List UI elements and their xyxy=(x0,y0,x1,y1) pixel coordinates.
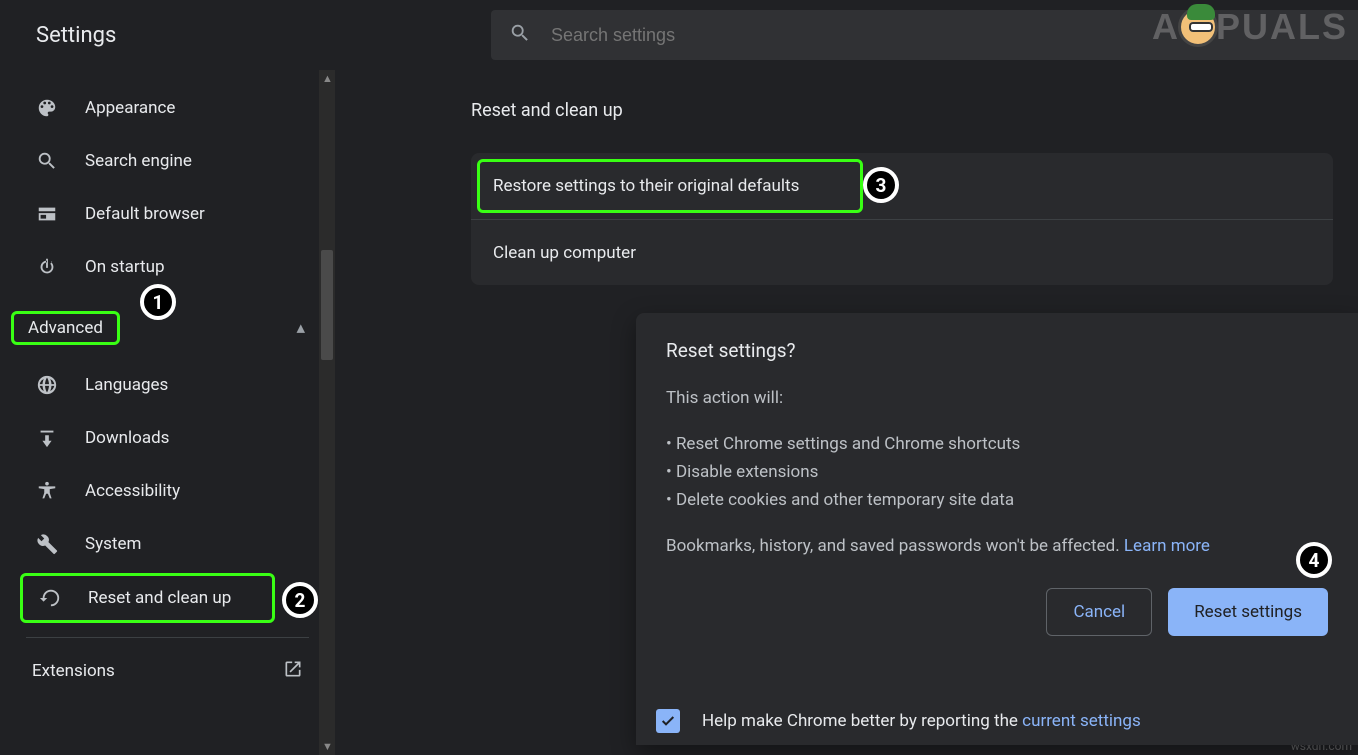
restore-icon xyxy=(38,587,62,609)
dialog-title: Reset settings? xyxy=(666,339,1328,362)
dialog-actions: Cancel Reset settings 4 xyxy=(666,588,1328,636)
logo-text-left: A xyxy=(1152,6,1180,48)
accessibility-icon xyxy=(35,480,59,502)
power-icon xyxy=(35,256,59,278)
current-settings-link[interactable]: current settings xyxy=(1022,711,1141,731)
sidebar-item-search-engine[interactable]: Search engine xyxy=(0,136,335,186)
restore-defaults-row[interactable]: Restore settings to their original defau… xyxy=(471,153,1333,219)
scroll-down-icon[interactable]: ▼ xyxy=(322,740,333,753)
sidebar-item-label: System xyxy=(85,534,141,554)
sidebar-item-downloads[interactable]: Downloads xyxy=(0,413,335,463)
sidebar-item-on-startup[interactable]: On startup xyxy=(0,242,335,292)
download-icon xyxy=(35,427,59,449)
learn-more-link[interactable]: Learn more xyxy=(1124,536,1210,556)
restore-defaults-label: Restore settings to their original defau… xyxy=(493,176,799,196)
sidebar-item-label: Languages xyxy=(85,375,168,395)
report-checkbox[interactable] xyxy=(656,709,680,733)
annotation-1: 1 xyxy=(140,284,176,320)
open-external-icon xyxy=(283,659,303,684)
help-prefix: Help make Chrome better by reporting the xyxy=(702,711,1022,731)
sidebar-item-label: Search engine xyxy=(85,151,192,171)
search-icon xyxy=(509,22,531,48)
dialog-body: This action will: Reset Chrome settings … xyxy=(666,384,1328,560)
browser-icon xyxy=(35,203,59,225)
sidebar-item-label: Accessibility xyxy=(85,481,180,501)
section-label: Advanced xyxy=(28,318,103,338)
dialog-note-text: Bookmarks, history, and saved passwords … xyxy=(666,536,1124,556)
sidebar-item-reset-cleanup[interactable]: Reset and clean up 2 xyxy=(20,573,275,623)
search-icon xyxy=(35,150,59,172)
reset-settings-dialog: Reset settings? This action will: Reset … xyxy=(636,313,1358,745)
site-watermark-logo: A PUALS xyxy=(1152,6,1348,48)
sidebar-item-label: Downloads xyxy=(85,428,169,448)
sidebar-item-label: Appearance xyxy=(85,98,175,118)
cleanup-computer-row[interactable]: Clean up computer xyxy=(471,219,1333,285)
dialog-bullet: Delete cookies and other temporary site … xyxy=(666,486,1328,514)
scrollbar-thumb[interactable] xyxy=(321,250,333,360)
sidebar-item-label: Reset and clean up xyxy=(88,588,231,608)
page-title: Settings xyxy=(36,23,491,48)
reset-cleanup-card: Restore settings to their original defau… xyxy=(471,153,1333,285)
sidebar-scrollbar[interactable]: ▲ ▼ xyxy=(319,70,335,755)
section-title: Reset and clean up xyxy=(471,100,1358,121)
logo-text-right: PUALS xyxy=(1216,6,1348,48)
sidebar-item-label: Default browser xyxy=(85,204,205,224)
dialog-bullet: Reset Chrome settings and Chrome shortcu… xyxy=(666,430,1328,458)
annotation-2: 2 xyxy=(282,582,318,618)
sidebar-section-advanced[interactable]: Advanced ▴ 1 xyxy=(0,304,335,352)
reset-settings-button[interactable]: Reset settings xyxy=(1168,588,1328,636)
sidebar-divider xyxy=(26,637,309,638)
annotation-4: 4 xyxy=(1296,542,1332,578)
sidebar-item-appearance[interactable]: Appearance xyxy=(0,83,335,133)
dialog-bullet: Disable extensions xyxy=(666,458,1328,486)
wrench-icon xyxy=(35,533,59,555)
scroll-up-icon[interactable]: ▲ xyxy=(322,72,333,85)
extensions-label: Extensions xyxy=(32,661,115,681)
annotation-3: 3 xyxy=(863,167,899,203)
dialog-note: Bookmarks, history, and saved passwords … xyxy=(666,532,1328,560)
logo-mascot-icon xyxy=(1178,7,1218,47)
chevron-up-icon: ▴ xyxy=(296,318,305,338)
cancel-button[interactable]: Cancel xyxy=(1046,588,1152,636)
globe-icon xyxy=(35,374,59,396)
sidebar-item-default-browser[interactable]: Default browser xyxy=(0,189,335,239)
help-report-text: Help make Chrome better by reporting the… xyxy=(702,711,1141,731)
advanced-highlight: Advanced xyxy=(11,311,120,345)
sidebar-item-system[interactable]: System xyxy=(0,519,335,569)
settings-sidebar: Appearance Search engine Default browser… xyxy=(0,70,335,755)
palette-icon xyxy=(35,97,59,119)
sidebar-item-languages[interactable]: Languages xyxy=(0,360,335,410)
sidebar-item-extensions[interactable]: Extensions xyxy=(0,646,335,696)
help-report-row: Help make Chrome better by reporting the… xyxy=(646,701,1358,741)
cleanup-computer-label: Clean up computer xyxy=(493,243,636,263)
sidebar-item-label: On startup xyxy=(85,257,165,277)
sidebar-item-accessibility[interactable]: Accessibility xyxy=(0,466,335,516)
dialog-intro: This action will: xyxy=(666,384,1328,412)
